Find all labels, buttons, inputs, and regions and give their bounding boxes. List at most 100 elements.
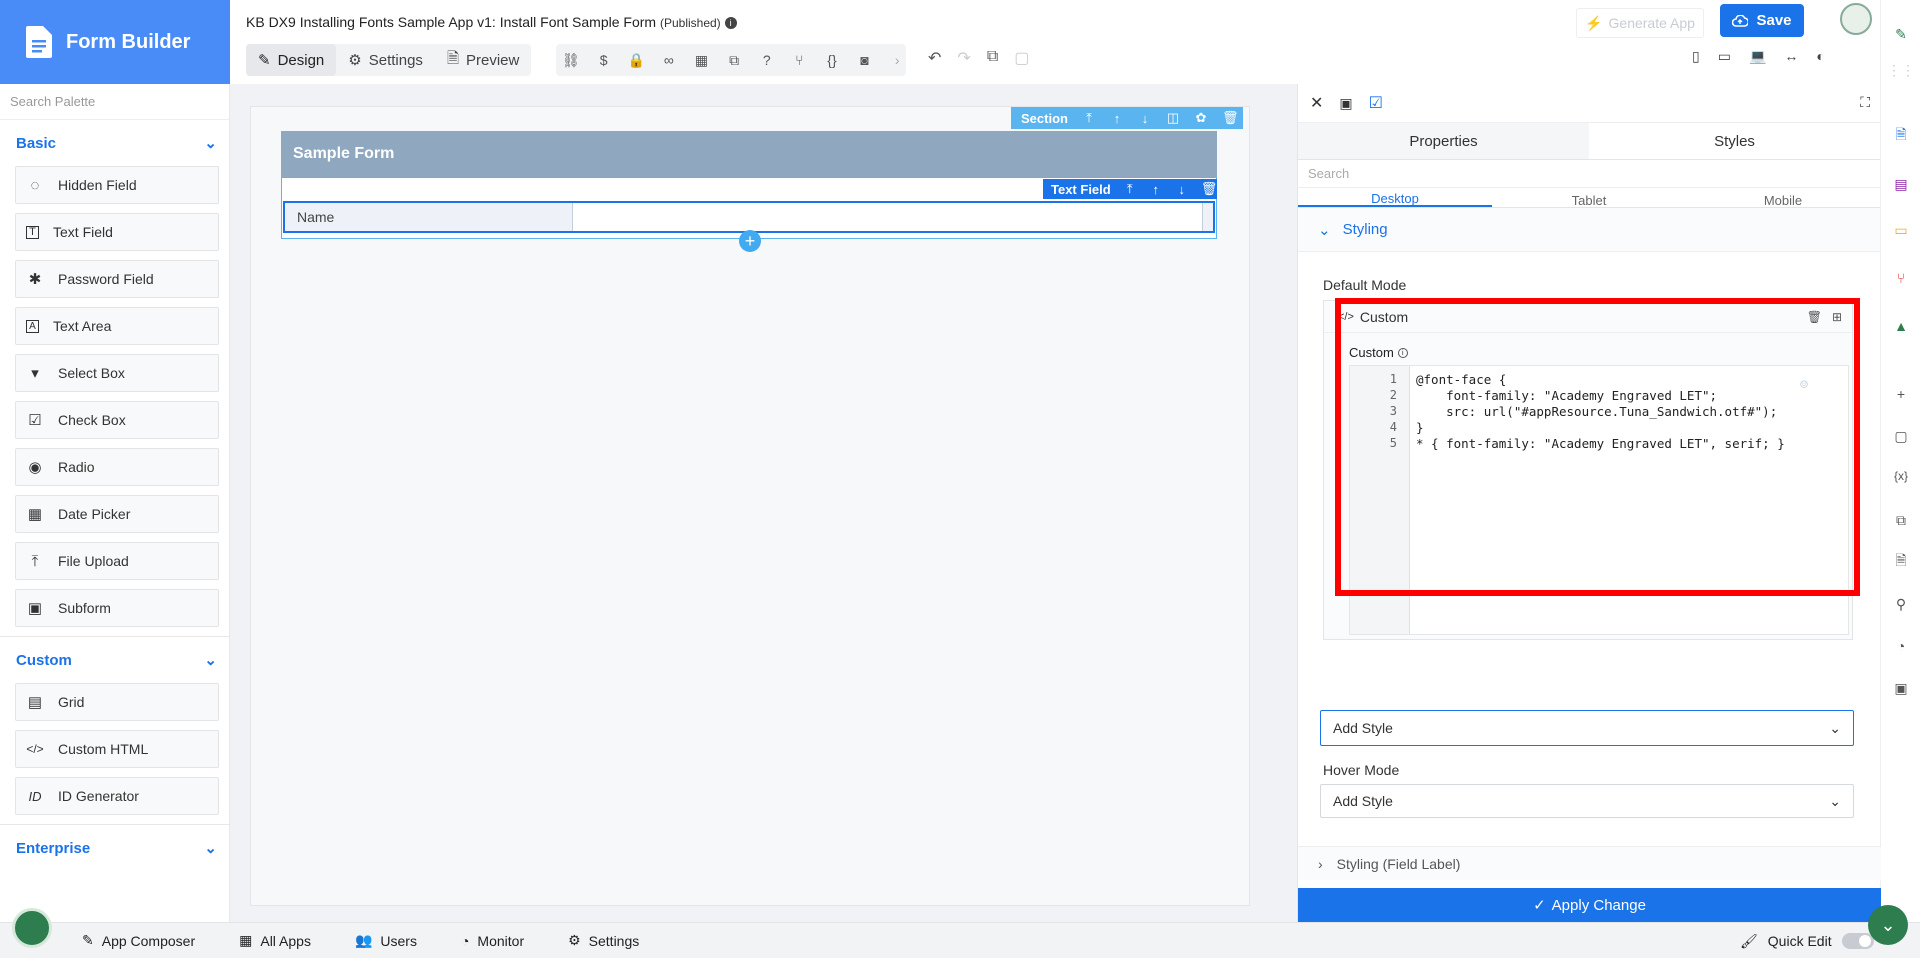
category-custom[interactable]: Custom ⌄ — [0, 637, 229, 683]
palette-item-hidden-field[interactable]: ◌ Hidden Field — [15, 166, 219, 204]
speedometer-icon[interactable]: ◔ — [1891, 636, 1911, 656]
camera-icon[interactable]: ◙ — [856, 52, 874, 68]
glasses-icon[interactable]: ∞ — [660, 52, 678, 68]
drag-handle-icon[interactable]: ⋮⋮ — [1887, 60, 1915, 80]
tab-design[interactable]: ✎ Design — [246, 44, 337, 76]
add-square-icon[interactable]: ⊞ — [1832, 310, 1842, 324]
fullscreen-icon[interactable]: ⛶ — [1860, 94, 1870, 111]
variable-icon[interactable]: {x} — [1891, 466, 1911, 486]
lock-icon[interactable]: 🔒 — [627, 52, 645, 69]
mobile-icon[interactable]: ▯ — [1692, 48, 1700, 65]
tab-preview[interactable]: 🗎 Preview — [435, 44, 531, 76]
paste-icon[interactable]: ▢ — [1014, 48, 1029, 68]
save-icon[interactable]: ▣ — [1339, 95, 1352, 112]
process-icon[interactable]: ⑂ — [1891, 268, 1911, 288]
tab-styles[interactable]: Styles — [1589, 123, 1880, 159]
trash-icon[interactable]: 🗑 — [1222, 110, 1239, 126]
note-icon[interactable]: ▢ — [1891, 426, 1911, 446]
generate-app-button[interactable]: ⚡ Generate App — [1576, 8, 1704, 38]
trash-icon[interactable]: 🗑 — [1807, 310, 1822, 324]
add-style-select[interactable]: Add Style ⌄ — [1320, 710, 1854, 746]
tab-settings[interactable]: ⚙ Settings — [336, 44, 435, 76]
palette-item-subform[interactable]: ▣ Subform — [15, 589, 219, 627]
panel-search-input[interactable]: Search — [1298, 160, 1880, 188]
tablet-icon[interactable]: ▭ — [1718, 48, 1731, 65]
info-icon[interactable]: i — [724, 17, 737, 30]
checkbox-icon[interactable]: ☑ — [1369, 93, 1383, 113]
joget-logo[interactable] — [12, 908, 52, 948]
styling-section-header[interactable]: ⌄ Styling — [1298, 208, 1880, 252]
assistant-icon[interactable]: ☺ — [1800, 378, 1808, 393]
palette-item-custom-html[interactable]: </> Custom HTML — [15, 730, 219, 768]
palette-item-password-field[interactable]: ✱ Password Field — [15, 260, 219, 298]
trash-icon[interactable]: 🗑 — [1201, 181, 1218, 197]
text-field-element[interactable]: Name — [283, 201, 1215, 233]
arrow-down-icon[interactable]: ↓ — [1175, 182, 1189, 197]
category-enterprise[interactable]: Enterprise ⌄ — [0, 825, 229, 871]
palette-item-grid[interactable]: ▤ Grid — [15, 683, 219, 721]
redo-icon[interactable]: ↷ — [957, 48, 970, 68]
arrow-down-icon[interactable]: ↓ — [1138, 111, 1152, 126]
palette-item-date-picker[interactable]: ▦ Date Picker — [15, 495, 219, 533]
arrow-up-icon[interactable]: ↑ — [1149, 182, 1163, 197]
palette-icon[interactable]: ◐ — [1816, 48, 1824, 65]
palette-item-text-field[interactable]: T Text Field — [15, 213, 219, 251]
palette-search-input[interactable]: Search Palette — [0, 84, 229, 120]
report-icon[interactable]: 🗎 — [1891, 552, 1911, 572]
users-link[interactable]: 👥 Users — [355, 932, 417, 949]
document-icon[interactable]: 🗎 — [1891, 126, 1911, 146]
apply-change-button[interactable]: ✓ Apply Change — [1298, 888, 1881, 922]
settings-icon[interactable]: ✿ — [1194, 110, 1208, 126]
field-input[interactable] — [573, 203, 1203, 231]
tree-icon[interactable]: ⛓ — [562, 52, 580, 69]
palette-item-file-upload[interactable]: ⤒ File Upload — [15, 542, 219, 580]
dollar-icon[interactable]: $ — [595, 52, 613, 68]
tab-mobile[interactable]: Mobile — [1686, 188, 1880, 207]
tab-tablet[interactable]: Tablet — [1492, 188, 1686, 207]
plus-icon[interactable]: + — [1891, 384, 1911, 404]
translate-icon[interactable]: ⧉ — [725, 52, 743, 69]
close-icon[interactable]: ✕ — [1310, 93, 1323, 113]
copy-icon[interactable]: ⧉ — [987, 48, 998, 68]
palette-item-select-box[interactable]: ▾ Select Box — [15, 354, 219, 392]
chevron-right-icon[interactable]: › — [888, 52, 906, 68]
help-icon[interactable]: ? — [758, 52, 776, 68]
move-up-icon[interactable]: ⤒ — [1082, 110, 1096, 126]
move-up-icon[interactable]: ⤒ — [1123, 181, 1137, 197]
palette-item-id-generator[interactable]: ID ID Generator — [15, 777, 219, 815]
palette-item-radio[interactable]: ◉ Radio — [15, 448, 219, 486]
all-apps-link[interactable]: ▦ All Apps — [239, 932, 311, 949]
braces-icon[interactable]: {} — [823, 52, 841, 68]
tab-desktop[interactable]: Desktop — [1298, 188, 1492, 207]
expand-width-icon[interactable]: ↔ — [1784, 48, 1798, 65]
quick-edit-toggle[interactable] — [1841, 933, 1874, 949]
hover-add-style-select[interactable]: Add Style ⌄ — [1320, 784, 1854, 818]
palette-item-check-box[interactable]: ☑ Check Box — [15, 401, 219, 439]
branch-icon[interactable]: ⑂ — [791, 52, 809, 68]
table-icon[interactable]: ▦ — [693, 52, 711, 69]
form-header[interactable]: Sample Form — [281, 131, 1217, 177]
palette-item-text-area[interactable]: A Text Area — [15, 307, 219, 345]
plugin-icon[interactable]: ⚲ — [1891, 594, 1911, 614]
monitor-link[interactable]: ◔ Monitor — [461, 933, 524, 949]
desktop-icon[interactable]: 💻 — [1749, 48, 1766, 65]
tab-properties[interactable]: Properties — [1298, 123, 1589, 159]
translate-icon[interactable]: ⧉ — [1891, 510, 1911, 530]
datalist-icon[interactable]: ▤ — [1891, 174, 1911, 194]
undo-icon[interactable]: ↶ — [928, 48, 941, 68]
notebook-icon[interactable]: ▣ — [1891, 678, 1911, 698]
category-basic[interactable]: Basic ⌄ — [0, 120, 229, 166]
monitor-icon[interactable]: ▭ — [1891, 220, 1911, 240]
save-button[interactable]: Save — [1720, 4, 1804, 37]
chevron-down-icon[interactable]: ⌄ — [1868, 905, 1908, 945]
css-code-editor[interactable]: 1 2 3 4 5 @font-face { font-family: "Aca… — [1349, 365, 1849, 635]
arrow-up-icon[interactable]: ↑ — [1110, 111, 1124, 126]
edit-icon[interactable]: ✎ — [1891, 24, 1911, 44]
settings-link[interactable]: ⚙ Settings — [568, 932, 639, 949]
info-icon[interactable]: i — [1397, 347, 1408, 358]
avatar[interactable] — [1840, 3, 1872, 35]
add-section-button[interactable]: + — [739, 230, 761, 252]
theme-icon[interactable]: ▲ — [1891, 316, 1911, 336]
columns-icon[interactable]: ◫ — [1166, 110, 1180, 126]
app-composer-link[interactable]: ✎ App Composer — [82, 932, 195, 949]
